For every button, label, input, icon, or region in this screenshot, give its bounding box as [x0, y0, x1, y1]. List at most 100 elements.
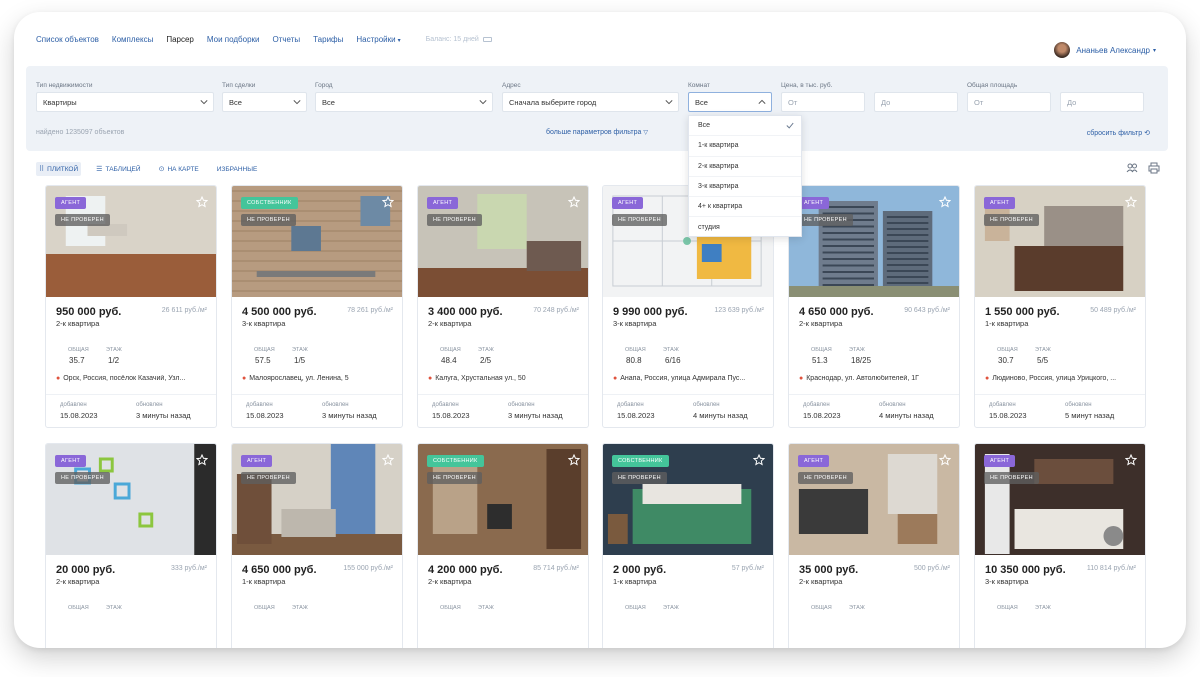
view-tiles-label: ПЛИТКОЙ	[47, 165, 79, 173]
price-to-input[interactable]: До	[874, 92, 958, 112]
seller-type-badge: АГЕНТ	[241, 455, 273, 467]
listing-card[interactable]: АГЕНТ НЕ ПРОВЕРЕН 950 000 руб. 26 611 руб./…	[45, 185, 217, 428]
updated-time: 3 минуты назад	[322, 411, 377, 420]
floor-label: ЭТАЖ	[663, 347, 679, 353]
rooms-option-4plus[interactable]: 4+ к квартира	[689, 197, 801, 218]
favorite-star-icon[interactable]	[196, 454, 208, 466]
map-pin-icon: ●	[985, 375, 990, 382]
listing-card[interactable]: АГЕНТ НЕ ПРОВЕРЕН 10 350 000 руб. 110 814 р…	[974, 443, 1146, 648]
deal-type-select[interactable]: Все	[222, 92, 307, 112]
listing-address: ● Малоярославец, ул. Ленина, 5	[242, 375, 397, 382]
nav-reports[interactable]: Отчеты	[273, 35, 301, 44]
listing-card[interactable]: АГЕНТ НЕ ПРОВЕРЕН 1 550 000 руб. 50 489 руб…	[974, 185, 1146, 428]
favorite-star-icon[interactable]	[1125, 454, 1137, 466]
chevron-down-icon	[479, 100, 487, 105]
chevron-down-icon	[665, 100, 673, 105]
verification-badge: НЕ ПРОВЕРЕН	[798, 214, 853, 226]
room-type: 3-к квартира	[242, 319, 286, 328]
listing-card[interactable]: СОБСТВЕННИК НЕ ПРОВЕРЕН 4 500 000 руб. 78 2…	[231, 185, 403, 428]
listing-address: ● Калуга, Хрустальная ул., 50	[428, 375, 583, 382]
rooms-option-2[interactable]: 2-к квартира	[689, 157, 801, 177]
filter-label: Город	[315, 82, 333, 89]
view-map-button[interactable]: ⊙ НА КАРТЕ	[156, 162, 202, 176]
price-from-input[interactable]: От	[781, 92, 865, 112]
map-pin-icon: ●	[242, 375, 247, 382]
more-filters-link[interactable]: больше параметров фильтра ▽	[546, 129, 648, 136]
reset-filter-link[interactable]: сбросить фильтр ⟲	[1087, 129, 1150, 137]
favorite-star-icon[interactable]	[196, 196, 208, 208]
nav-objects-list[interactable]: Список объектов	[36, 35, 99, 44]
nav-parser[interactable]: Парсер	[166, 35, 194, 44]
listing-price: 9 990 000 руб.	[613, 306, 688, 318]
divider	[232, 394, 402, 395]
area-to-input[interactable]: До	[1060, 92, 1144, 112]
updated-label: обновлен	[322, 402, 349, 408]
updated-label: обновлен	[693, 402, 720, 408]
floor-label: ЭТАЖ	[106, 605, 122, 611]
favorite-star-icon[interactable]	[382, 454, 394, 466]
updated-time: 3 минуты назад	[508, 411, 563, 420]
area-from-input[interactable]: От	[967, 92, 1051, 112]
seller-type-badge: СОБСТВЕННИК	[612, 455, 669, 467]
check-icon	[786, 122, 794, 129]
listing-address: ● Орск, Россия, посёлок Казачий, Узл...	[56, 375, 211, 382]
nav-tariffs[interactable]: Тарифы	[313, 35, 343, 44]
price-per-sqm: 333 руб./м²	[170, 565, 207, 572]
floor-label: ЭТАЖ	[292, 605, 308, 611]
view-switcher: ⠿ ПЛИТКОЙ ☰ ТАБЛИЦЕЙ ⊙ НА КАРТЕ ИЗБРАННЫЕ	[36, 162, 272, 176]
updated-label: обновлен	[1065, 402, 1092, 408]
favorite-star-icon[interactable]	[568, 196, 580, 208]
listing-card[interactable]: СОБСТВЕННИК НЕ ПРОВЕРЕН 4 200 000 руб. 85 7…	[417, 443, 589, 648]
user-menu[interactable]: Ананьев Александр ▾	[1054, 42, 1156, 58]
view-tiles-button[interactable]: ⠿ ПЛИТКОЙ	[36, 162, 82, 176]
listing-price: 4 500 000 руб.	[242, 306, 317, 318]
listing-card[interactable]: АГЕНТ НЕ ПРОВЕРЕН 3 400 000 руб. 70 248 руб…	[417, 185, 589, 428]
rooms-option-all[interactable]: Все	[689, 116, 801, 137]
city-select[interactable]: Все	[315, 92, 493, 112]
favorite-star-icon[interactable]	[1125, 196, 1137, 208]
rooms-option-3[interactable]: 3-к квартира	[689, 177, 801, 198]
price-per-sqm: 57 руб./м²	[731, 565, 764, 572]
nav-settings[interactable]: Настройки ▾	[356, 35, 400, 44]
view-table-label: ТАБЛИЦЕЙ	[105, 165, 141, 173]
view-table-button[interactable]: ☰ ТАБЛИЦЕЙ	[93, 162, 143, 176]
updated-time: 3 минуты назад	[136, 411, 191, 420]
favorite-star-icon[interactable]	[939, 196, 951, 208]
address-select[interactable]: Сначала выберите город	[502, 92, 679, 112]
address-text: Малоярославец, ул. Ленина, 5	[249, 375, 349, 382]
favorite-star-icon[interactable]	[939, 454, 951, 466]
floor-value: 18/25	[851, 356, 872, 365]
favorite-star-icon[interactable]	[568, 454, 580, 466]
listing-card[interactable]: АГЕНТ НЕ ПРОВЕРЕН 35 000 руб. 500 руб./м² 2-…	[788, 443, 960, 648]
listing-card[interactable]: АГЕНТ НЕ ПРОВЕРЕН 4 650 000 руб. 155 000 ру…	[231, 443, 403, 648]
verification-badge: НЕ ПРОВЕРЕН	[612, 214, 667, 226]
added-date: 15.08.2023	[432, 411, 470, 420]
verification-badge: НЕ ПРОВЕРЕН	[612, 472, 667, 484]
area-label: ОБЩАЯ	[811, 347, 832, 353]
print-icon[interactable]	[1148, 162, 1160, 174]
divider	[603, 394, 773, 395]
seller-type-badge: СОБСТВЕННИК	[427, 455, 484, 467]
favorite-star-icon[interactable]	[753, 454, 765, 466]
divider	[418, 394, 588, 395]
nav-complexes[interactable]: Комплексы	[112, 35, 153, 44]
area-label: ОБЩАЯ	[625, 605, 646, 611]
rooms-option-studio[interactable]: студия	[689, 217, 801, 237]
view-favorites-button[interactable]: ИЗБРАННЫЕ	[214, 163, 261, 176]
chevron-down-icon: ▽	[643, 130, 648, 136]
nav-my-selections[interactable]: Мои подборки	[207, 35, 260, 44]
map-pin-icon: ●	[56, 375, 61, 382]
floor-label: ЭТАЖ	[663, 605, 679, 611]
select-value: Все	[229, 97, 242, 107]
listing-price: 2 000 руб.	[613, 564, 667, 576]
rooms-option-1[interactable]: 1-к квартира	[689, 136, 801, 157]
divider	[789, 394, 959, 395]
favorite-star-icon[interactable]	[382, 196, 394, 208]
property-type-select[interactable]: Квартиры	[36, 92, 214, 112]
listing-card[interactable]: СОБСТВЕННИК НЕ ПРОВЕРЕН 2 000 руб. 57 руб./…	[602, 443, 774, 648]
listing-card[interactable]: АГЕНТ НЕ ПРОВЕРЕН 4 650 000 руб. 90 643 руб…	[788, 185, 960, 428]
updated-time: 5 минут назад	[1065, 411, 1115, 420]
rooms-select[interactable]: Все	[688, 92, 772, 112]
listing-card[interactable]: АГЕНТ НЕ ПРОВЕРЕН 20 000 руб. 333 руб./м² 2-…	[45, 443, 217, 648]
users-icon[interactable]	[1126, 162, 1138, 174]
